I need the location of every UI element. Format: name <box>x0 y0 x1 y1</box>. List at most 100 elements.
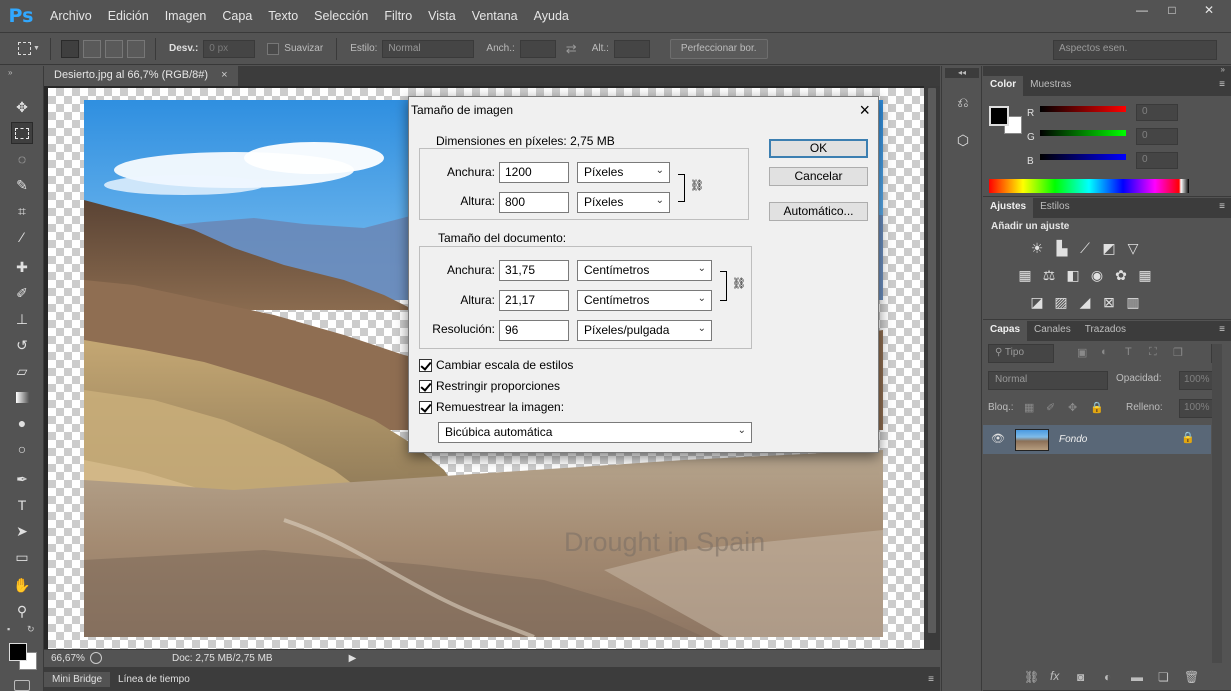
doc-height-unit-select[interactable]: Centímetros ⌄ <box>577 290 712 311</box>
tab-mini-bridge[interactable]: Mini Bridge <box>44 671 111 687</box>
doc-width-input[interactable]: 31,75 <box>499 260 569 281</box>
constrain-proportions-checkbox[interactable]: Restringir proporciones <box>419 379 560 393</box>
ok-button[interactable]: OK <box>769 139 868 158</box>
dialog-close-icon[interactable]: × <box>859 100 870 121</box>
collapse-tools-icon[interactable]: » <box>8 68 12 77</box>
gradient-tool-icon[interactable] <box>11 386 33 408</box>
color-panel-menu-icon[interactable]: ≡ <box>1219 79 1225 90</box>
pixel-height-unit-select[interactable]: Píxeles ⌄ <box>577 192 670 213</box>
filter-shape-icon[interactable]: ⛶ <box>1149 346 1157 359</box>
menu-edicion[interactable]: Edición <box>100 0 157 33</box>
pixel-width-input[interactable]: 1200 <box>499 162 569 183</box>
anti-alias-checkbox[interactable] <box>267 42 280 55</box>
foreground-color-swatch[interactable] <box>9 643 27 661</box>
color-spectrum-ramp[interactable] <box>989 179 1189 193</box>
filter-smart-object-icon[interactable]: ❐ <box>1173 346 1183 359</box>
document-tab[interactable]: Desierto.jpg al 66,7% (RGB/8#) × <box>44 66 238 86</box>
visibility-eye-icon[interactable]: 👁 <box>991 432 1005 445</box>
subtract-selection-icon[interactable] <box>105 39 123 58</box>
tab-channels[interactable]: Canales <box>1027 321 1078 341</box>
rectangle-tool-icon[interactable]: ▭ <box>11 546 33 568</box>
3d-panel-icon[interactable]: ⬡ <box>953 132 973 152</box>
tab-paths[interactable]: Trazados <box>1078 321 1133 341</box>
default-colors-icon[interactable]: ▪ <box>7 624 10 634</box>
lock-all-icon[interactable]: 🔒 <box>1090 401 1104 414</box>
cancel-button[interactable]: Cancelar <box>769 167 868 186</box>
pixel-height-input[interactable]: 800 <box>499 192 569 213</box>
healing-brush-tool-icon[interactable]: ✚ <box>11 256 33 278</box>
bottom-panel-menu-icon[interactable]: ≡ <box>928 674 934 685</box>
blue-slider[interactable] <box>1040 154 1126 160</box>
menu-vista[interactable]: Vista <box>420 0 464 33</box>
blue-value-input[interactable]: 0 <box>1136 152 1178 169</box>
marquee-tool-preset-icon[interactable]: ▼ <box>18 40 42 58</box>
history-panel-icon[interactable]: ⎌ <box>953 94 973 114</box>
eyedropper-tool-icon[interactable]: ⁄ <box>11 226 33 248</box>
resolution-input[interactable]: 96 <box>499 320 569 341</box>
history-brush-tool-icon[interactable]: ↺ <box>11 334 33 356</box>
new-group-icon[interactable]: ▬ <box>1131 670 1143 684</box>
posterize-icon[interactable]: ▨ <box>1052 293 1070 311</box>
green-slider[interactable] <box>1040 130 1126 136</box>
layers-panel-menu-icon[interactable]: ≡ <box>1219 324 1225 335</box>
photo-filter-icon[interactable]: ◉ <box>1088 266 1106 284</box>
close-window-button[interactable]: ✕ <box>1187 0 1231 20</box>
green-value-input[interactable]: 0 <box>1136 128 1178 145</box>
blend-mode-select[interactable]: Normal <box>988 371 1108 390</box>
layer-filter-select[interactable]: ⚲ Tipo <box>988 344 1054 363</box>
pen-tool-icon[interactable]: ✒ <box>11 468 33 490</box>
menu-texto[interactable]: Texto <box>260 0 306 33</box>
eraser-tool-icon[interactable]: ▱ <box>11 360 33 382</box>
channel-mixer-icon[interactable]: ✿ <box>1112 266 1130 284</box>
dodge-tool-icon[interactable]: ○ <box>11 438 33 460</box>
levels-icon[interactable]: ▙ <box>1053 239 1071 257</box>
menu-imagen[interactable]: Imagen <box>157 0 215 33</box>
style-select[interactable]: Normal <box>382 39 475 58</box>
menu-archivo[interactable]: Archivo <box>42 0 100 33</box>
rect-marquee-tool-icon[interactable] <box>11 122 33 144</box>
layers-scrollbar[interactable] <box>1212 344 1222 663</box>
collapse-panels-icon[interactable]: » <box>1221 65 1225 74</box>
brush-tool-icon[interactable]: ✐ <box>11 282 33 304</box>
pixel-width-unit-select[interactable]: Píxeles ⌄ <box>577 162 670 183</box>
status-menu-arrow-icon[interactable]: ▶ <box>349 653 357 664</box>
filter-type-icon[interactable]: T <box>1125 346 1132 358</box>
layer-row-fondo[interactable]: 👁 Fondo 🔒 <box>983 425 1211 454</box>
invert-icon[interactable]: ◪ <box>1028 293 1046 311</box>
feather-input[interactable]: 0 px <box>203 39 256 58</box>
quick-mask-icon[interactable] <box>14 680 30 691</box>
swap-colors-icon[interactable]: ↻ <box>27 624 35 635</box>
maximize-button[interactable]: □ <box>1157 0 1187 20</box>
minimize-button[interactable]: — <box>1127 0 1157 20</box>
tab-color[interactable]: Color <box>983 76 1024 96</box>
lasso-tool-icon[interactable]: ◌ <box>11 148 33 170</box>
resolution-unit-select[interactable]: Píxeles/pulgada ⌄ <box>577 320 712 341</box>
refine-edge-button[interactable]: Perfeccionar bor. <box>669 38 768 59</box>
quick-select-tool-icon[interactable]: ✎ <box>11 174 33 196</box>
lock-position-icon[interactable]: ✥ <box>1068 401 1077 414</box>
checkbox-checked[interactable] <box>419 400 432 414</box>
threshold-icon[interactable]: ◢ <box>1076 293 1094 311</box>
link-layers-icon[interactable]: ⛓ <box>1024 670 1039 684</box>
black-white-icon[interactable]: ◧ <box>1064 266 1082 284</box>
tab-styles[interactable]: Estilos <box>1033 198 1076 218</box>
panel-foreground-swatch[interactable] <box>989 106 1009 126</box>
vertical-scrollbar-thumb[interactable] <box>928 88 936 633</box>
zoom-tool-icon[interactable]: ⚲ <box>11 600 33 622</box>
layer-style-icon[interactable]: fx <box>1050 669 1059 683</box>
tab-timeline[interactable]: Línea de tiempo <box>110 672 198 687</box>
crop-tool-icon[interactable]: ⌗ <box>11 200 33 222</box>
scale-styles-checkbox[interactable]: Cambiar escala de estilos <box>419 358 573 372</box>
new-layer-icon[interactable]: ❏ <box>1158 670 1169 684</box>
auto-button[interactable]: Automático... <box>769 202 868 221</box>
checkbox-checked[interactable] <box>419 379 432 393</box>
tab-layers[interactable]: Capas <box>983 321 1028 341</box>
gradient-map-icon[interactable]: ▥ <box>1124 293 1142 311</box>
delete-layer-icon[interactable]: 🗑 <box>1184 670 1199 684</box>
selective-color-icon[interactable]: ⊠ <box>1100 293 1118 311</box>
move-tool-icon[interactable]: ✥ <box>11 96 33 118</box>
adjustments-panel-menu-icon[interactable]: ≡ <box>1219 201 1225 212</box>
layer-mask-icon[interactable]: ◙ <box>1077 670 1084 684</box>
checkbox-checked[interactable] <box>419 358 432 372</box>
doc-width-unit-select[interactable]: Centímetros ⌄ <box>577 260 712 281</box>
